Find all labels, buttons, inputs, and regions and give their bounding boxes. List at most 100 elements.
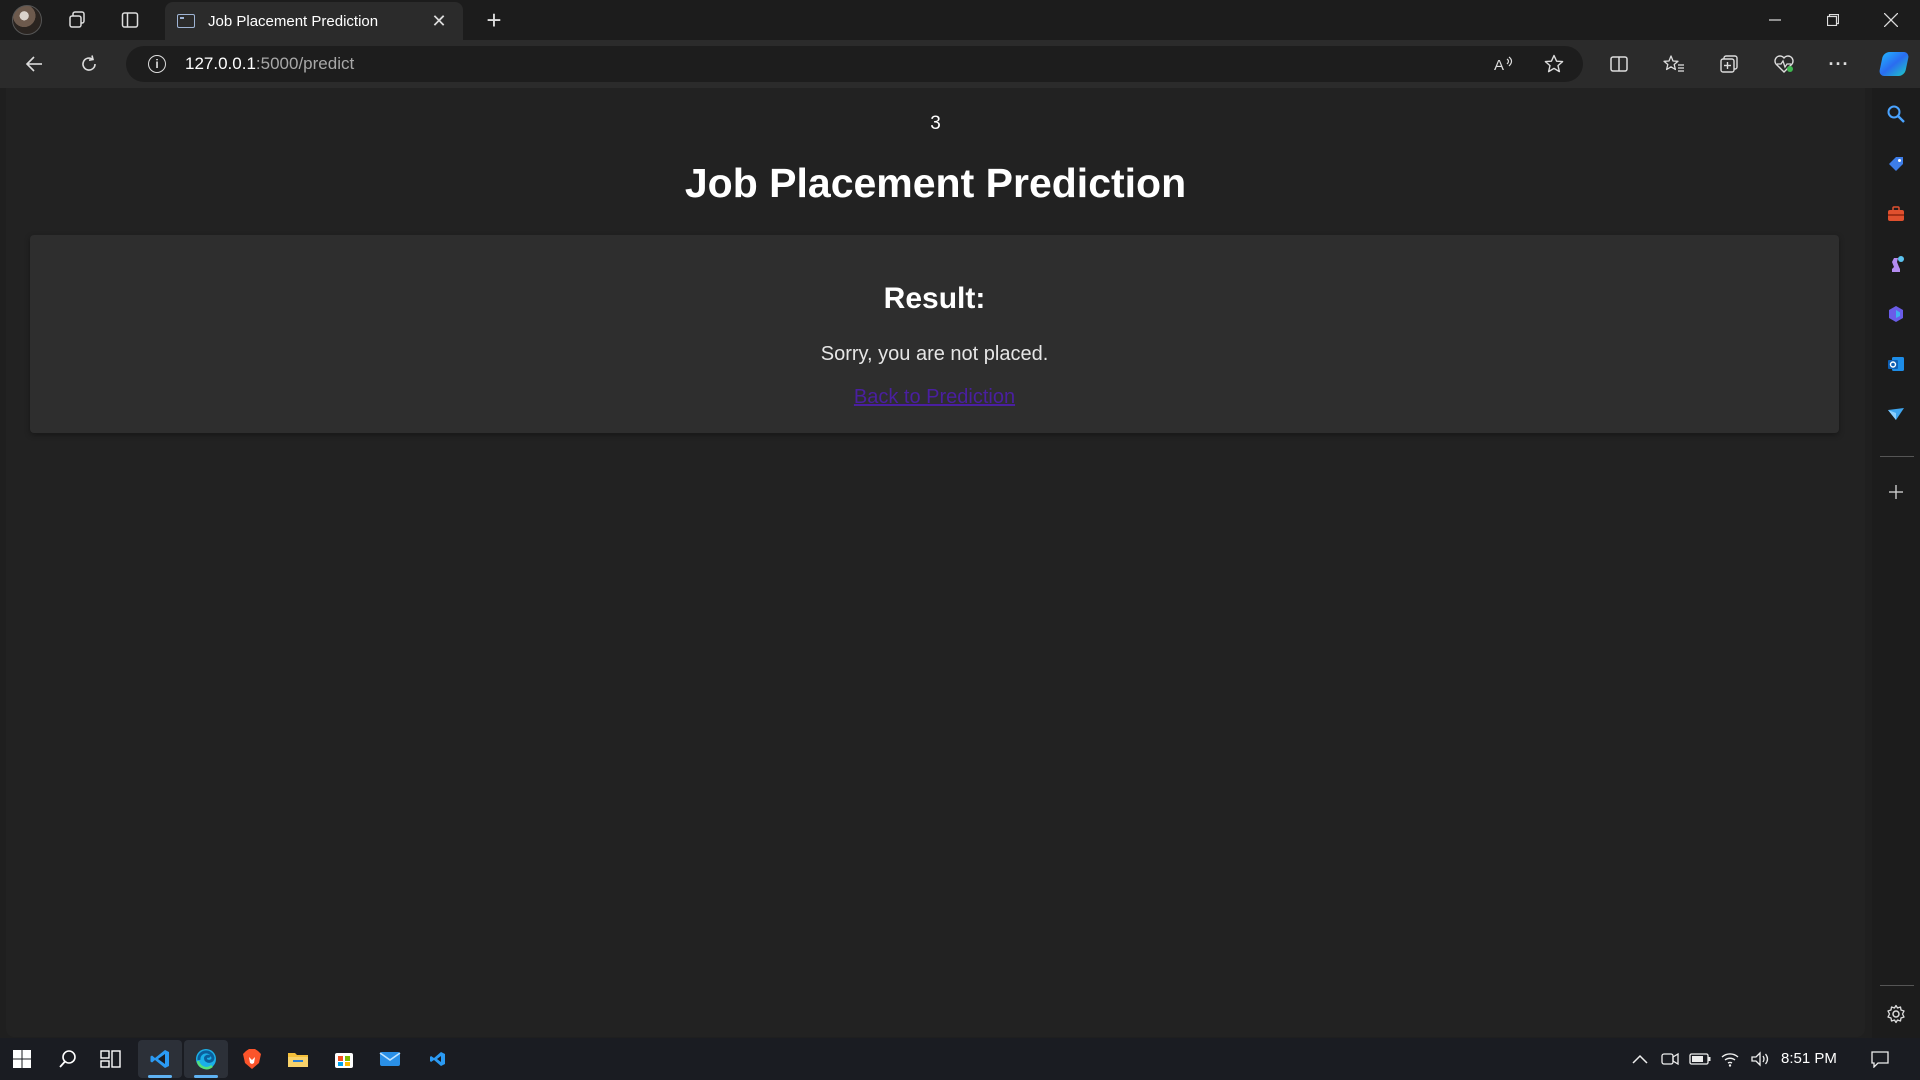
paper-plane-icon xyxy=(1888,408,1904,420)
more-options-button[interactable]: ··· xyxy=(1823,48,1855,80)
tab-title: Job Placement Prediction xyxy=(208,12,379,30)
taskbar-microsoft-store[interactable] xyxy=(322,1040,366,1078)
tray-meet-now-icon[interactable] xyxy=(1658,1048,1682,1070)
tab-close-icon[interactable]: ✕ xyxy=(427,11,451,32)
task-view-button[interactable] xyxy=(89,1040,133,1078)
brave-lion-icon xyxy=(243,1049,261,1069)
task-view-icon xyxy=(100,1050,121,1068)
restore-button[interactable] xyxy=(1805,0,1861,40)
microsoft365-icon xyxy=(1889,306,1903,322)
favorites-button[interactable] xyxy=(1658,48,1690,80)
code-editor-icon xyxy=(430,1052,445,1066)
sidebar-shopping-button[interactable] xyxy=(1880,148,1912,180)
gear-icon xyxy=(1887,1004,1905,1024)
toolbox-icon xyxy=(1888,206,1904,221)
browser-essentials-button[interactable] xyxy=(1768,48,1800,80)
sidebar-search-button[interactable] xyxy=(1880,98,1912,130)
chevron-up-icon xyxy=(1632,1054,1648,1064)
sidebar-add-button[interactable] xyxy=(1880,476,1912,508)
sidebar-games-button[interactable] xyxy=(1880,248,1912,280)
store-bag-icon xyxy=(335,1053,353,1068)
url-text[interactable]: 127.0.0.1:5000/predict xyxy=(185,54,354,74)
folder-icon xyxy=(288,1053,308,1067)
restore-icon xyxy=(1827,14,1839,26)
taskbar-file-explorer[interactable] xyxy=(276,1040,320,1078)
page-title: Job Placement Prediction xyxy=(684,160,1187,206)
sidebar-outlook-button[interactable] xyxy=(1880,348,1912,380)
svg-text:A: A xyxy=(1494,57,1504,74)
result-message: Sorry, you are not placed. xyxy=(820,343,1049,365)
back-button[interactable] xyxy=(18,48,50,80)
collections-icon xyxy=(1720,55,1738,73)
result-heading: Result: xyxy=(883,282,986,315)
start-button[interactable] xyxy=(0,1040,44,1078)
minimize-button[interactable] xyxy=(1747,0,1803,40)
profile-button[interactable] xyxy=(11,4,43,36)
browser-title-bar: Job Placement Prediction ✕ + xyxy=(0,0,1920,40)
favorite-star-icon[interactable] xyxy=(1540,50,1568,78)
taskbar-search-button[interactable] xyxy=(46,1040,90,1078)
site-info-icon[interactable]: i xyxy=(148,55,166,73)
vertical-tabs-icon xyxy=(121,12,139,28)
new-tab-button[interactable]: + xyxy=(478,4,510,36)
url-host: 127.0.0.1 xyxy=(185,54,256,73)
workspaces-button[interactable] xyxy=(61,4,93,36)
result-card: Result: Sorry, you are not placed. Back … xyxy=(30,235,1839,433)
close-icon xyxy=(1884,13,1898,27)
read-aloud-icon[interactable]: A xyxy=(1490,50,1518,78)
refresh-icon xyxy=(82,55,96,71)
page-favicon-icon xyxy=(177,14,195,28)
taskbar-edge[interactable] xyxy=(184,1040,228,1078)
copilot-button[interactable] xyxy=(1878,48,1910,80)
outlook-icon xyxy=(1888,357,1904,371)
taskbar-vscode-alt[interactable] xyxy=(416,1040,460,1078)
sidebar-microsoft365-button[interactable] xyxy=(1880,298,1912,330)
running-indicator xyxy=(148,1075,172,1078)
edge-icon xyxy=(196,1049,216,1070)
tray-overflow-chevron-icon[interactable] xyxy=(1628,1048,1652,1070)
taskbar-vscode[interactable] xyxy=(138,1040,182,1078)
copilot-icon xyxy=(1878,52,1910,76)
vertical-tabs-button[interactable] xyxy=(114,4,146,36)
plus-icon xyxy=(1889,485,1903,499)
refresh-button[interactable] xyxy=(73,48,105,80)
camera-icon xyxy=(1661,1052,1679,1066)
favorites-icon xyxy=(1663,55,1684,72)
chess-piece-icon xyxy=(1892,256,1904,272)
back-arrow-icon xyxy=(25,56,42,72)
sidebar-drop-button[interactable] xyxy=(1880,398,1912,430)
sidebar-settings-button[interactable] xyxy=(1880,998,1912,1030)
back-to-prediction-link[interactable]: Back to Prediction xyxy=(854,386,1015,408)
minimize-icon xyxy=(1769,19,1781,21)
close-window-button[interactable] xyxy=(1863,0,1919,40)
search-icon xyxy=(1887,105,1905,123)
tray-volume-icon[interactable] xyxy=(1748,1048,1772,1070)
taskbar-clock[interactable]: 8:51 PM xyxy=(1781,1050,1837,1067)
page-viewport: 3 Job Placement Prediction Result: Sorry… xyxy=(6,88,1865,1037)
address-bar[interactable]: i 127.0.0.1:5000/predict A xyxy=(126,46,1583,82)
notification-center-icon[interactable] xyxy=(1868,1048,1892,1070)
sidebar-tools-button[interactable] xyxy=(1880,198,1912,230)
read-aloud-glyph: A xyxy=(1494,56,1513,74)
tab-active[interactable]: Job Placement Prediction ✕ xyxy=(165,2,463,40)
back-link-container: Back to Prediction xyxy=(30,386,1839,409)
heart-pulse-icon xyxy=(1774,55,1794,73)
windows-logo-icon xyxy=(13,1050,31,1068)
mail-envelope-icon xyxy=(379,1052,401,1066)
taskbar-mail[interactable] xyxy=(368,1040,412,1078)
split-screen-icon xyxy=(1610,56,1628,72)
wifi-icon xyxy=(1721,1053,1739,1067)
vscode-icon xyxy=(150,1050,169,1068)
ellipsis-icon: ··· xyxy=(1828,53,1850,74)
taskbar-brave[interactable] xyxy=(230,1040,274,1078)
collections-button[interactable] xyxy=(1713,48,1745,80)
url-path: :5000/predict xyxy=(255,54,355,73)
windows-taskbar: 8:51 PM xyxy=(0,1038,1920,1080)
tray-battery-icon[interactable] xyxy=(1688,1048,1712,1070)
edge-sidebar xyxy=(1872,88,1920,1038)
tray-wifi-icon[interactable] xyxy=(1718,1048,1742,1070)
profile-avatar xyxy=(12,5,42,35)
shopping-tag-icon xyxy=(1889,157,1903,171)
workspaces-icon xyxy=(69,11,85,28)
split-screen-button[interactable] xyxy=(1603,48,1635,80)
